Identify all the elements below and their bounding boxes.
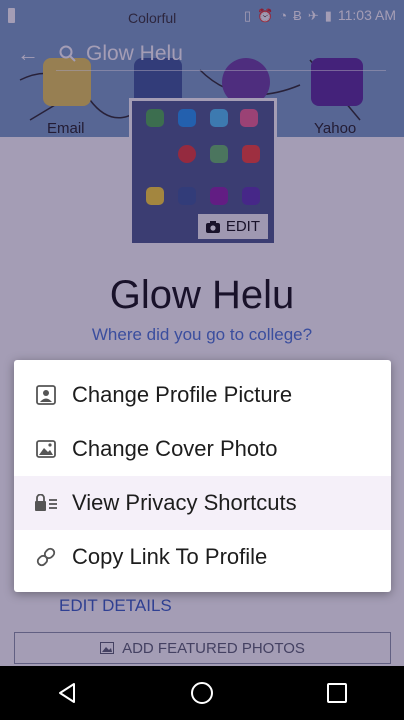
privacy-lock-icon: [34, 491, 58, 515]
menu-item-label: Change Cover Photo: [72, 436, 278, 461]
recents-nav-icon[interactable]: [307, 666, 367, 720]
back-nav-icon[interactable]: [37, 666, 97, 720]
menu-item-label: Copy Link To Profile: [72, 544, 268, 569]
menu-item-label: Change Profile Picture: [72, 382, 293, 407]
menu-item-label: View Privacy Shortcuts: [72, 490, 297, 515]
menu-item-change-profile-picture[interactable]: Change Profile Picture: [14, 368, 391, 422]
photo-icon: [34, 437, 58, 461]
system-nav-bar: [0, 666, 404, 720]
home-nav-icon[interactable]: [172, 666, 232, 720]
menu-item-change-cover-photo[interactable]: Change Cover Photo: [14, 422, 391, 476]
profile-options-menu: Change Profile Picture Change Cover Phot…: [14, 360, 391, 592]
profile-picture-icon: [34, 383, 58, 407]
link-icon: [34, 545, 58, 569]
menu-item-view-privacy-shortcuts[interactable]: View Privacy Shortcuts: [14, 476, 391, 530]
menu-item-copy-link-to-profile[interactable]: Copy Link To Profile: [14, 530, 391, 584]
